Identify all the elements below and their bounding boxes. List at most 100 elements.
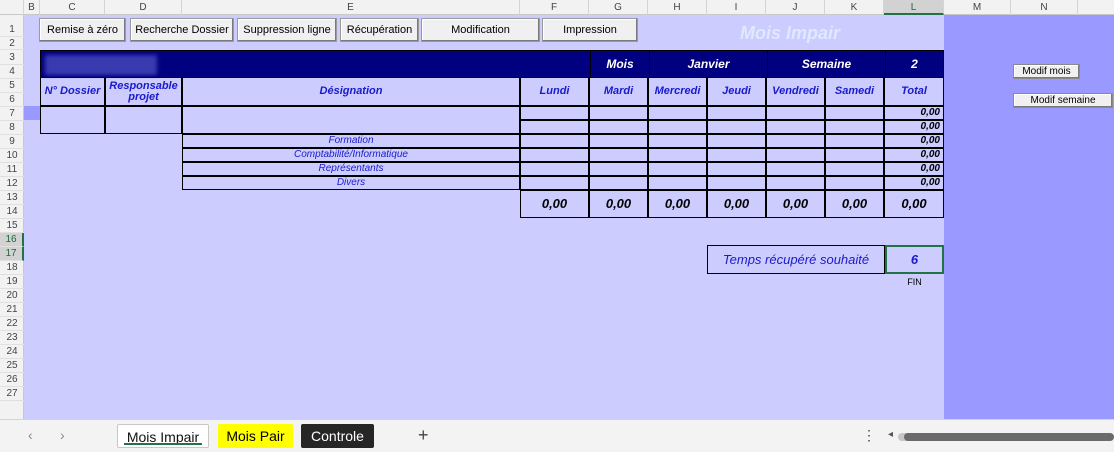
row-header-5[interactable]: 5 bbox=[0, 79, 24, 93]
day-cell[interactable] bbox=[825, 148, 884, 162]
row-header-15[interactable]: 15 bbox=[0, 219, 24, 233]
column-header-corner[interactable] bbox=[0, 0, 24, 15]
day-cell[interactable] bbox=[648, 162, 707, 176]
print-button[interactable]: Impression bbox=[542, 18, 638, 42]
day-cell[interactable] bbox=[707, 134, 766, 148]
modify-button[interactable]: Modification bbox=[421, 18, 540, 42]
row-header-19[interactable]: 19 bbox=[0, 275, 24, 289]
day-cell[interactable] bbox=[766, 148, 825, 162]
row-header-24[interactable]: 24 bbox=[0, 345, 24, 359]
horizontal-scrollbar[interactable] bbox=[898, 433, 1114, 441]
day-cell[interactable] bbox=[589, 148, 648, 162]
row-header-3[interactable]: 3 bbox=[0, 50, 24, 65]
day-cell[interactable] bbox=[825, 176, 884, 190]
modify-month-button[interactable]: Modif mois bbox=[1013, 64, 1080, 79]
row-header-2[interactable]: 2 bbox=[0, 37, 24, 50]
day-cell[interactable] bbox=[648, 148, 707, 162]
sheet-area[interactable]: Remise à zéro Recherche Dossier Suppress… bbox=[24, 15, 1114, 419]
day-cell[interactable] bbox=[707, 162, 766, 176]
scrollbar-thumb[interactable] bbox=[904, 433, 1114, 441]
row-header-12[interactable]: 12 bbox=[0, 177, 24, 191]
recup-value-cell[interactable]: 6 bbox=[885, 245, 944, 274]
designation-cell[interactable] bbox=[182, 106, 520, 134]
tab-controle[interactable]: Controle bbox=[301, 424, 374, 448]
responsable-cell[interactable] bbox=[105, 106, 182, 134]
day-cell[interactable] bbox=[766, 134, 825, 148]
column-header-k[interactable]: K bbox=[825, 0, 884, 15]
column-header-l[interactable]: L bbox=[884, 0, 944, 15]
row-header-13[interactable]: 13 bbox=[0, 191, 24, 205]
day-cell[interactable] bbox=[648, 176, 707, 190]
dossier-cell[interactable] bbox=[40, 106, 105, 134]
recovery-button[interactable]: Récupération bbox=[340, 18, 419, 42]
delete-line-button[interactable]: Suppression ligne bbox=[237, 18, 337, 42]
day-cell[interactable] bbox=[766, 162, 825, 176]
add-sheet-icon[interactable]: + bbox=[418, 425, 429, 446]
column-header-g[interactable]: G bbox=[589, 0, 648, 15]
row-header-25[interactable]: 25 bbox=[0, 359, 24, 373]
column-header-n[interactable]: N bbox=[1011, 0, 1078, 15]
scroll-left-icon[interactable]: ◂ bbox=[888, 429, 893, 440]
prev-sheet-icon[interactable]: ‹ bbox=[28, 427, 33, 443]
next-sheet-icon[interactable]: › bbox=[60, 427, 65, 443]
column-header-e[interactable]: E bbox=[182, 0, 520, 15]
column-header-j[interactable]: J bbox=[766, 0, 825, 15]
column-header-b[interactable]: B bbox=[24, 0, 40, 15]
day-cell[interactable] bbox=[648, 120, 707, 134]
column-header-c[interactable]: C bbox=[40, 0, 105, 15]
row-header-20[interactable]: 20 bbox=[0, 289, 24, 303]
more-options-icon[interactable]: ⋮ bbox=[862, 427, 876, 444]
tab-mois-pair[interactable]: Mois Pair bbox=[218, 424, 293, 448]
day-cell[interactable] bbox=[707, 176, 766, 190]
tab-mois-impair[interactable]: Mois Impair bbox=[117, 424, 209, 448]
day-cell[interactable] bbox=[648, 134, 707, 148]
row-header-8[interactable]: 8 bbox=[0, 121, 24, 135]
day-cell[interactable] bbox=[589, 162, 648, 176]
column-header-i[interactable]: I bbox=[707, 0, 766, 15]
row-header-16[interactable]: 16 bbox=[0, 233, 24, 247]
row-header-27[interactable]: 27 bbox=[0, 387, 24, 401]
day-cell[interactable] bbox=[766, 176, 825, 190]
day-cell[interactable] bbox=[766, 120, 825, 134]
day-cell[interactable] bbox=[589, 106, 648, 120]
row-header-7[interactable]: 7 bbox=[0, 107, 24, 121]
day-cell[interactable] bbox=[825, 120, 884, 134]
day-cell[interactable] bbox=[707, 106, 766, 120]
row-header-14[interactable]: 14 bbox=[0, 205, 24, 219]
column-header-m[interactable]: M bbox=[944, 0, 1011, 15]
row-header-26[interactable]: 26 bbox=[0, 373, 24, 387]
day-cell[interactable] bbox=[648, 106, 707, 120]
row-header-4[interactable]: 4 bbox=[0, 65, 24, 79]
day-cell[interactable] bbox=[520, 134, 589, 148]
day-cell[interactable] bbox=[520, 162, 589, 176]
row-header-9[interactable]: 9 bbox=[0, 135, 24, 149]
row-header-10[interactable]: 10 bbox=[0, 149, 24, 163]
day-cell[interactable] bbox=[766, 106, 825, 120]
row-header-23[interactable]: 23 bbox=[0, 331, 24, 345]
column-header-d[interactable]: D bbox=[105, 0, 182, 15]
day-cell[interactable] bbox=[825, 162, 884, 176]
day-cell[interactable] bbox=[707, 120, 766, 134]
day-cell[interactable] bbox=[825, 134, 884, 148]
row-header-21[interactable]: 21 bbox=[0, 303, 24, 317]
day-cell[interactable] bbox=[589, 120, 648, 134]
day-cell[interactable] bbox=[589, 176, 648, 190]
column-header-f[interactable]: F bbox=[520, 0, 589, 15]
day-cell[interactable] bbox=[520, 120, 589, 134]
modify-week-button[interactable]: Modif semaine bbox=[1013, 93, 1113, 108]
row-header-1[interactable]: 1 bbox=[0, 15, 24, 37]
column-header-h[interactable]: H bbox=[648, 0, 707, 15]
day-cell[interactable] bbox=[589, 134, 648, 148]
day-cell[interactable] bbox=[520, 148, 589, 162]
row-header-22[interactable]: 22 bbox=[0, 317, 24, 331]
day-cell[interactable] bbox=[520, 106, 589, 120]
search-dossier-button[interactable]: Recherche Dossier bbox=[130, 18, 234, 42]
row-header-6[interactable]: 6 bbox=[0, 93, 24, 107]
day-cell[interactable] bbox=[707, 148, 766, 162]
row-header-17[interactable]: 17 bbox=[0, 247, 24, 261]
day-cell[interactable] bbox=[520, 176, 589, 190]
row-header-18[interactable]: 18 bbox=[0, 261, 24, 275]
row-header-11[interactable]: 11 bbox=[0, 163, 24, 177]
reset-button[interactable]: Remise à zéro bbox=[39, 18, 126, 42]
day-cell[interactable] bbox=[825, 106, 884, 120]
